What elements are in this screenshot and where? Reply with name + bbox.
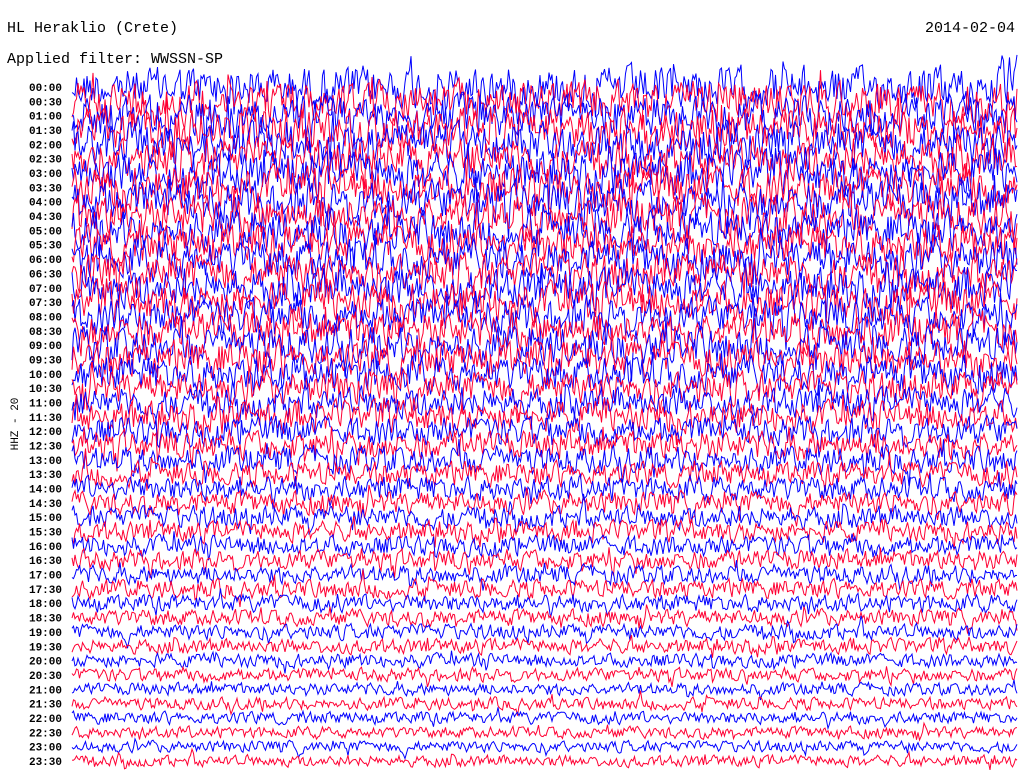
trace-1600 <box>71 531 1018 561</box>
row-time-label: 12:30 <box>29 442 62 454</box>
row-time-label: 03:30 <box>29 183 62 195</box>
row-time-label: 19:30 <box>29 642 62 654</box>
trace-2100 <box>71 679 1018 701</box>
row-time-label: 08:00 <box>29 312 62 324</box>
row-time-label: 02:00 <box>29 140 62 152</box>
row-time-label: 21:30 <box>29 700 62 712</box>
row-time-label: 18:30 <box>29 614 62 626</box>
row-time-label: 04:30 <box>29 212 62 224</box>
row-time-label: 00:30 <box>29 97 62 109</box>
row-time-label: 09:30 <box>29 355 62 367</box>
row-time-label: 17:30 <box>29 585 62 597</box>
row-time-label: 06:00 <box>29 255 62 267</box>
row-time-label: 07:30 <box>29 298 62 310</box>
row-time-label: 15:00 <box>29 513 62 525</box>
trace-2330 <box>71 747 1018 771</box>
row-time-label: 19:00 <box>29 628 62 640</box>
trace-1200 <box>71 412 1018 458</box>
trace-2030 <box>71 665 1018 688</box>
trace-2230 <box>71 721 1018 742</box>
row-time-label: 08:30 <box>29 327 62 339</box>
helicorder-plot: 00:00 00:30 01:00 01:30 02:00 02:30 03:00 03:30… <box>29 54 1018 771</box>
row-time-label: 05:00 <box>29 226 62 238</box>
trace-2200 <box>71 707 1018 731</box>
row-time-label: 04:00 <box>29 198 62 210</box>
row-time-label: 07:00 <box>29 284 62 296</box>
row-time-label: 11:00 <box>29 398 62 410</box>
row-time-label: 00:00 <box>29 83 62 95</box>
row-time-label: 10:30 <box>29 384 62 396</box>
row-time-label: 14:00 <box>29 485 62 497</box>
row-time-label: 17:00 <box>29 571 62 583</box>
row-time-label: 09:00 <box>29 341 62 353</box>
row-time-label: 11:30 <box>29 413 62 425</box>
row-time-label: 16:30 <box>29 556 62 568</box>
row-time-label: 12:00 <box>29 427 62 439</box>
trace-2000 <box>71 650 1018 674</box>
row-time-label: 20:00 <box>29 657 62 669</box>
row-time-label: 16:00 <box>29 542 62 554</box>
row-time-label: 23:30 <box>29 757 62 769</box>
row-time-label: 03:00 <box>29 169 62 181</box>
trace-2130 <box>71 690 1018 716</box>
trace-2300 <box>71 737 1018 761</box>
trace-0400 <box>71 174 1018 240</box>
row-time-label: 01:00 <box>29 112 62 124</box>
row-time-label: 06:30 <box>29 269 62 281</box>
row-time-label: 22:30 <box>29 728 62 740</box>
row-time-label: 01:30 <box>29 126 62 138</box>
row-time-label: 20:30 <box>29 671 62 683</box>
row-time-label: 02:30 <box>29 155 62 167</box>
row-time-label: 23:00 <box>29 743 62 755</box>
row-time-label: 18:00 <box>29 599 62 611</box>
row-time-label: 14:30 <box>29 499 62 511</box>
row-time-label: 22:00 <box>29 714 62 726</box>
row-time-label: 15:30 <box>29 528 62 540</box>
row-time-label: 10:00 <box>29 370 62 382</box>
row-time-label: 05:30 <box>29 241 62 253</box>
row-time-label: 21:00 <box>29 685 62 697</box>
row-time-label: 13:00 <box>29 456 62 468</box>
row-time-label: 13:30 <box>29 470 62 482</box>
